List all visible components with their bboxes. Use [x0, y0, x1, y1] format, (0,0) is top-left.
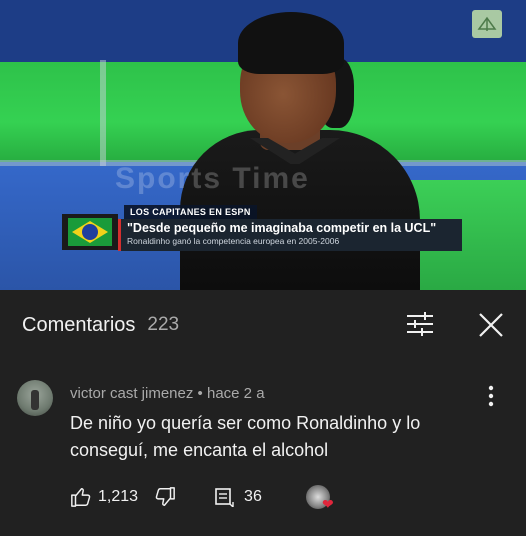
sort-filter-icon[interactable]	[406, 312, 434, 336]
avatar[interactable]	[17, 380, 53, 416]
person-beanie	[238, 12, 344, 74]
comments-title: Comentarios	[22, 313, 136, 336]
lower-third-flag	[62, 214, 118, 250]
more-options-icon[interactable]	[484, 384, 498, 408]
comment-time: hace 2 a	[206, 385, 265, 402]
brazil-flag-icon	[68, 218, 112, 246]
heart-icon: ❤	[322, 496, 334, 512]
like-button[interactable]: 1,213	[70, 486, 138, 508]
thumbs-down-icon	[155, 487, 175, 506]
comment-actions: 1,213 36	[70, 484, 262, 510]
close-icon[interactable]	[478, 312, 504, 338]
video-watermark: Sports Time	[115, 162, 310, 195]
like-count: 1,213	[98, 488, 139, 505]
reply-count: 36	[244, 488, 262, 505]
channel-logo-icon	[472, 10, 502, 38]
reply-icon	[215, 488, 234, 507]
lower-third-quote: "Desde pequeño me imaginaba competir en …	[127, 221, 437, 235]
comment-author[interactable]: victor cast jimenez	[70, 385, 193, 402]
meta-separator: •	[197, 385, 203, 402]
comment-text: De niño yo quería ser como Ronaldinho y …	[70, 413, 421, 460]
comment-meta: victor cast jimenez • hace 2 a	[70, 385, 265, 402]
lower-third: "Desde pequeño me imaginaba competir en …	[118, 219, 462, 251]
comments-header: Comentarios 223	[0, 292, 526, 358]
thumbs-up-icon	[71, 488, 91, 507]
dislike-button[interactable]	[154, 486, 176, 508]
creator-heart-badge: ❤	[302, 483, 338, 513]
lower-third-caption: Ronaldinho ganó la competencia europea e…	[127, 236, 340, 246]
reply-button[interactable]: 36	[214, 487, 262, 507]
comments-count: 223	[147, 314, 180, 335]
lower-third-program: LOS CAPITANES EN ESPN	[124, 205, 257, 219]
video-player[interactable]: Sports Time LOS CAPITANES EN ESPN "Desde…	[0, 0, 526, 290]
